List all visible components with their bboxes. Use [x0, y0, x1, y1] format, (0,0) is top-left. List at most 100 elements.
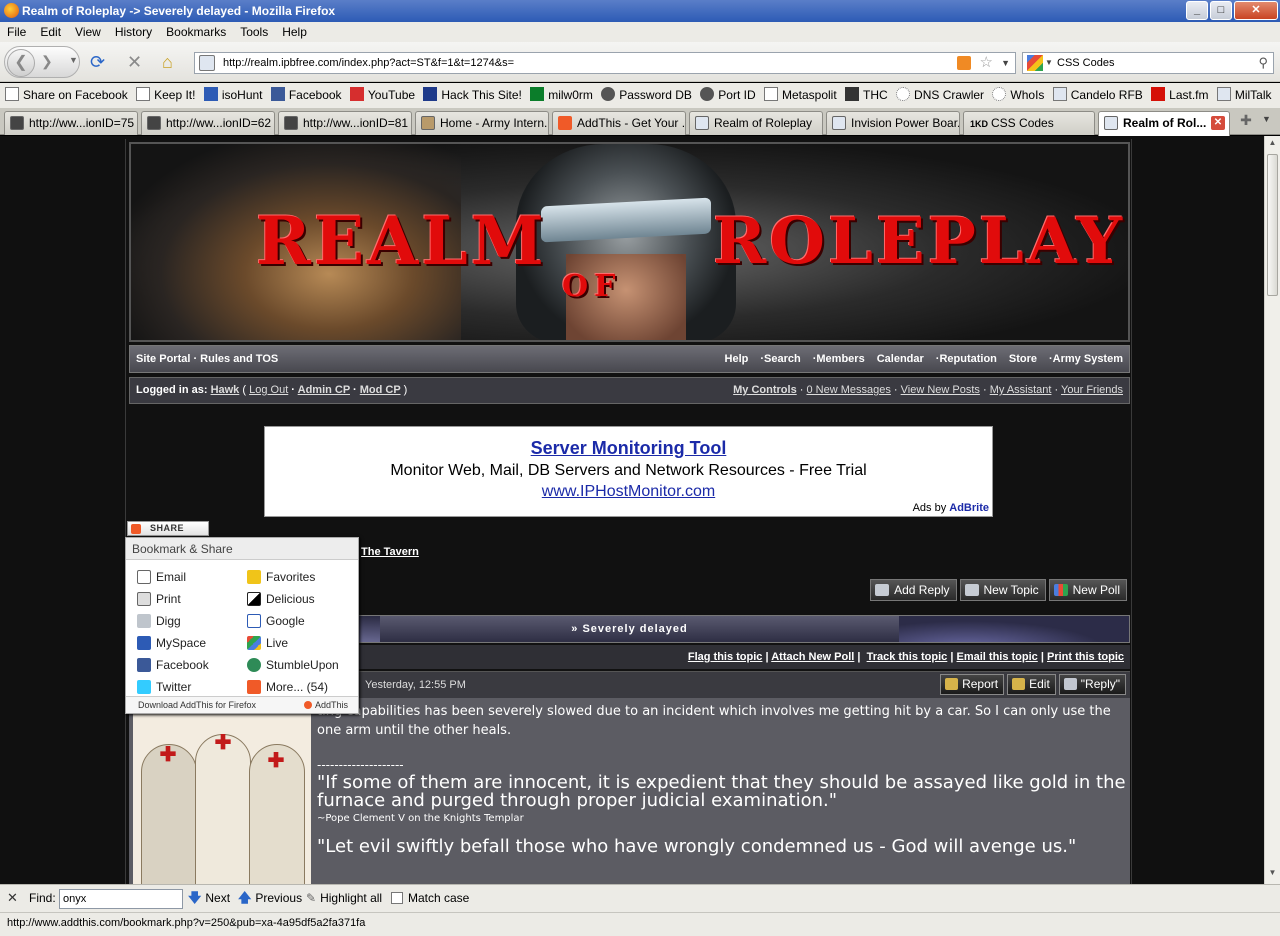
add-reply-button[interactable]: Add Reply [870, 579, 957, 601]
google-search-engine-icon[interactable] [1027, 55, 1043, 71]
share-twitter[interactable]: Twitter [137, 680, 191, 694]
close-find-bar-icon[interactable]: ✕ [7, 885, 18, 911]
tab[interactable]: Realm of Roleplay [689, 111, 823, 135]
share-google[interactable]: Google [247, 614, 305, 628]
search-field[interactable]: ▼ CSS Codes ⚲ [1022, 52, 1274, 74]
new-topic-button[interactable]: New Topic [959, 579, 1046, 601]
portal-rules-link[interactable]: Site Portal · Rules and TOS [136, 346, 278, 372]
share-myspace[interactable]: MySpace [137, 636, 206, 650]
share-delicious[interactable]: Delicious [247, 592, 315, 606]
addthis-brand-link[interactable]: AddThis [303, 697, 348, 713]
share-facebook[interactable]: Facebook [137, 658, 209, 672]
download-addthis-link[interactable]: Download AddThis for Firefox [138, 697, 256, 713]
tab[interactable]: http://ww...ionID=75 [4, 111, 138, 135]
checkbox-icon[interactable] [391, 892, 403, 904]
bookmark-item[interactable]: WhoIs [991, 83, 1044, 107]
ad-link[interactable]: www.IPHostMonitor.com [265, 483, 992, 501]
tab[interactable]: http://ww...ionID=62 [141, 111, 275, 135]
url-field[interactable]: http://realm.ipbfree.com/index.php?act=S… [194, 52, 1016, 74]
minimize-button[interactable]: _ [1186, 1, 1208, 20]
share-stumbleupon[interactable]: StumbleUpon [247, 658, 339, 672]
bookmark-item[interactable]: Facebook [270, 83, 342, 107]
scroll-down-icon[interactable]: ▼ [1267, 868, 1278, 882]
reload-icon[interactable]: ⟳ [90, 52, 105, 72]
bookmark-item[interactable]: YouTube [349, 83, 415, 107]
bookmark-item[interactable]: THC [844, 83, 888, 107]
bookmark-item[interactable]: isoHunt [203, 83, 263, 107]
nav-search-link[interactable]: ·Search [760, 353, 800, 365]
menu-history[interactable]: History [108, 22, 159, 42]
scrollbar-thumb[interactable] [1267, 154, 1278, 296]
bookmark-item[interactable]: milw0rm [529, 83, 593, 107]
flag-topic-link[interactable]: Flag this topic [688, 651, 763, 663]
menu-view[interactable]: View [68, 22, 108, 42]
ad-title[interactable]: Server Monitoring Tool [265, 438, 992, 459]
view-new-posts-link[interactable]: View New Posts [901, 384, 980, 396]
bookmark-item[interactable]: MilTalk [1216, 83, 1272, 107]
tab[interactable]: http://ww...ionID=81 [278, 111, 412, 135]
bookmark-star-icon[interactable]: ☆ [980, 53, 993, 73]
bookmark-item[interactable]: Last.fm [1150, 83, 1209, 107]
tab[interactable]: 1KD CSS Codes [963, 111, 1095, 135]
vertical-scrollbar[interactable]: ▲ ▼ [1264, 136, 1280, 884]
mod-cp-link[interactable]: Mod CP [360, 384, 401, 396]
menu-tools[interactable]: Tools [233, 22, 275, 42]
my-controls-link[interactable]: My Controls [733, 384, 797, 396]
scroll-up-icon[interactable]: ▲ [1267, 138, 1278, 152]
share-print[interactable]: Print [137, 592, 181, 606]
new-messages-link[interactable]: 0 New Messages [806, 384, 890, 396]
print-topic-link[interactable]: Print this topic [1047, 651, 1124, 663]
site-identity-icon[interactable] [199, 55, 215, 71]
bookmark-item[interactable]: Share on Facebook [4, 83, 128, 107]
tab[interactable]: AddThis - Get Your ... [552, 111, 686, 135]
advertisement[interactable]: Server Monitoring Tool Monitor Web, Mail… [264, 426, 993, 517]
bookmark-item[interactable]: Hack This Site! [422, 83, 522, 107]
bookmark-item[interactable]: Metaspolit [763, 83, 837, 107]
new-tab-icon[interactable]: ✚ [1236, 112, 1256, 132]
close-window-button[interactable]: ✕ [1234, 1, 1278, 20]
find-next-button[interactable]: 🡇 Next [188, 885, 230, 911]
bookmark-item[interactable]: Password DB [600, 83, 692, 107]
url-dropdown-icon[interactable]: ▼ [1001, 53, 1010, 73]
bookmark-item[interactable]: DNS Crawler [895, 83, 984, 107]
search-engine-dropdown-icon[interactable]: ▼ [1045, 53, 1053, 73]
bookmark-item[interactable]: Port ID [699, 83, 756, 107]
find-previous-button[interactable]: 🡅 Previous [238, 885, 302, 911]
logout-link[interactable]: Log Out [249, 384, 288, 396]
match-case-checkbox[interactable]: Match case [391, 885, 469, 911]
report-button[interactable]: Report [940, 674, 1005, 695]
nav-calendar-link[interactable]: Calendar [877, 353, 924, 365]
forward-arrow-icon[interactable]: ❯ [41, 53, 53, 70]
stop-icon[interactable]: ✕ [127, 52, 142, 72]
tab-list-icon[interactable]: ▼ [1262, 114, 1271, 124]
nav-help-link[interactable]: Help [725, 353, 749, 365]
tab[interactable]: Home - Army Intern... [415, 111, 549, 135]
new-poll-button[interactable]: New Poll [1048, 579, 1127, 601]
history-dropdown-icon[interactable]: ▼ [69, 55, 78, 65]
home-icon[interactable]: ⌂ [162, 52, 173, 72]
nav-members-link[interactable]: ·Members [813, 353, 865, 365]
share-email[interactable]: Email [137, 570, 186, 584]
close-tab-icon[interactable]: ✕ [1211, 116, 1225, 130]
maximize-button[interactable]: □ [1210, 1, 1232, 20]
quote-reply-button[interactable]: "Reply" [1058, 674, 1126, 695]
your-friends-link[interactable]: Your Friends [1061, 384, 1123, 396]
menu-file[interactable]: File [0, 22, 33, 42]
edit-button[interactable]: Edit [1007, 674, 1056, 695]
menu-bookmarks[interactable]: Bookmarks [159, 22, 233, 42]
breadcrumb-tavern[interactable]: The Tavern [361, 546, 419, 558]
magnifier-search-icon[interactable]: ⚲ [1258, 53, 1268, 73]
nav-reputation-link[interactable]: ·Reputation [936, 353, 997, 365]
bookmark-item[interactable]: Candelo RFB [1052, 83, 1143, 107]
bookmark-item[interactable]: Keep It! [135, 83, 195, 107]
tab[interactable]: Invision Power Boar... [826, 111, 960, 135]
email-topic-link[interactable]: Email this topic [957, 651, 1038, 663]
rss-feed-icon[interactable] [957, 56, 971, 70]
track-topic-link[interactable]: Track this topic [867, 651, 948, 663]
admin-cp-link[interactable]: Admin CP [298, 384, 350, 396]
share-more[interactable]: More... (54) [247, 680, 328, 694]
nav-army-link[interactable]: ·Army System [1049, 353, 1123, 365]
share-button[interactable]: SHARE [127, 521, 209, 536]
share-live[interactable]: Live [247, 636, 288, 650]
menu-edit[interactable]: Edit [33, 22, 68, 42]
